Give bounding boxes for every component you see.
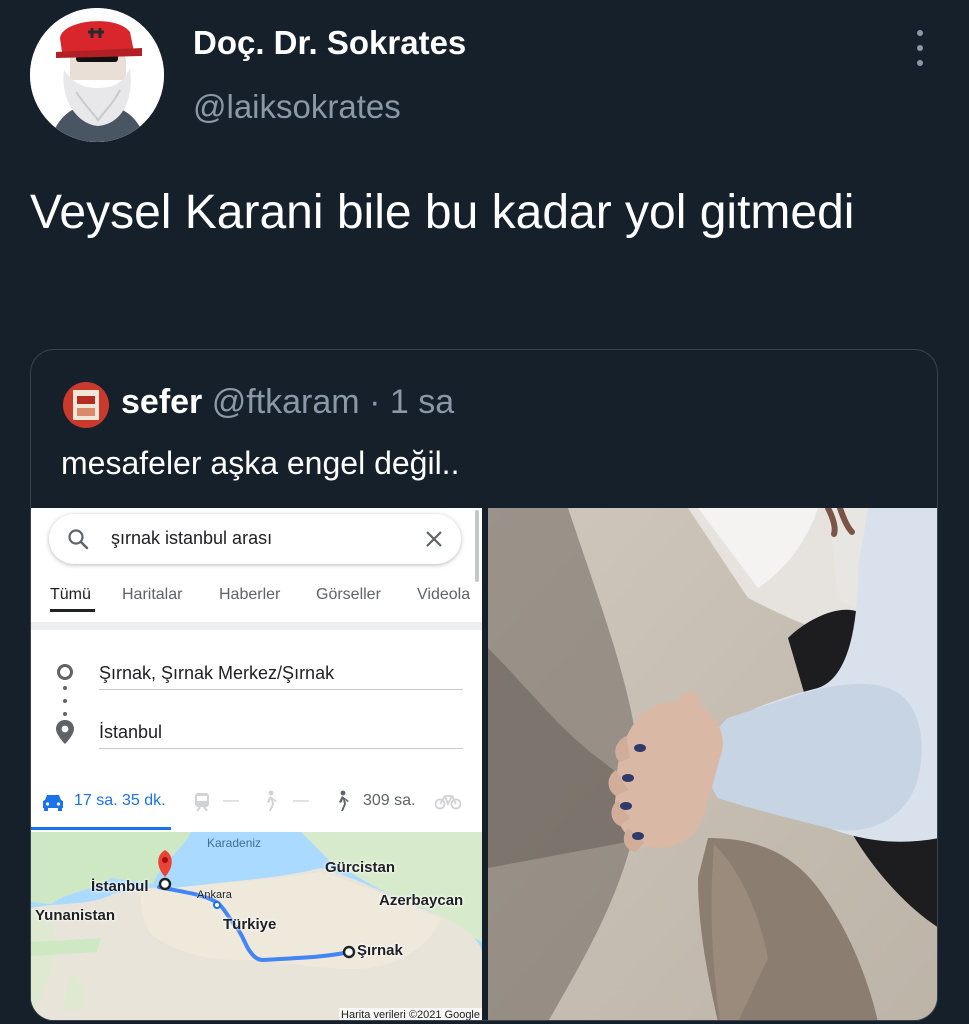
quoted-text: mesafeler aşka engel değil.. xyxy=(61,445,460,481)
more-options-icon[interactable] xyxy=(905,30,935,66)
tab-maps: Haritalar xyxy=(122,586,183,603)
quoted-tweet[interactable]: sefer @ftkaram · 1 sa mesafeler aşka eng… xyxy=(30,349,938,1021)
quoted-author-name[interactable]: sefer xyxy=(121,383,202,421)
active-mode-indicator xyxy=(31,827,171,830)
search-icon xyxy=(68,529,89,550)
quoted-author-handle[interactable]: @ftkaram xyxy=(212,383,360,421)
origin-underline xyxy=(99,689,463,690)
destination-underline xyxy=(99,748,463,749)
tab-news: Haberler xyxy=(219,586,281,603)
quoted-media: şırnak istanbul arası Tümü Haritalar Hab… xyxy=(31,508,937,1021)
holding-hands-photo-graphic xyxy=(488,508,937,1020)
quoted-avatar-image xyxy=(63,382,109,428)
route-dots-icon xyxy=(63,686,67,716)
holding-hands-photo[interactable] xyxy=(488,508,937,1020)
map-label-azerbaycan: Azerbaycan xyxy=(379,892,464,909)
search-query: şırnak istanbul arası xyxy=(111,528,273,548)
map-label-gurcistan: Gürcistan xyxy=(325,859,396,876)
map-credit: Harita verileri ©2021 Google xyxy=(339,1008,482,1021)
bicycle-icon xyxy=(435,795,461,810)
tab-images: Görseller xyxy=(316,586,381,603)
route-origin: Şırnak, Şırnak Merkez/Şırnak xyxy=(99,663,335,683)
author-avatar-image xyxy=(30,8,164,142)
bike-walk-placeholder: — xyxy=(293,792,309,809)
route-destination: İstanbul xyxy=(99,722,163,742)
map-label-karadeniz: Karadeniz xyxy=(207,836,262,850)
train-icon xyxy=(195,793,209,812)
map-label-ankara: Ankara xyxy=(197,889,232,901)
author-name[interactable]: Doç. Dr. Sokrates xyxy=(193,24,466,62)
maps-tabs: Tümü Haritalar Haberler Görseller Videol… xyxy=(31,574,482,622)
quoted-author-avatar[interactable] xyxy=(63,382,109,428)
drive-time: 17 sa. 35 dk. xyxy=(74,792,166,809)
author-handle[interactable]: @laiksokrates xyxy=(193,88,401,126)
transit-placeholder: — xyxy=(223,792,239,809)
origin-circle-icon xyxy=(57,664,73,680)
tab-videos: Videola xyxy=(417,586,471,603)
map-label-turkiye: Türkiye xyxy=(223,916,277,933)
quoted-separator: · xyxy=(369,383,381,421)
map-label-istanbul: İstanbul xyxy=(91,878,149,895)
maps-search-box: şırnak istanbul arası xyxy=(49,514,461,564)
destination-pin-icon xyxy=(56,720,74,744)
maps-screenshot-image[interactable]: şırnak istanbul arası Tümü Haritalar Hab… xyxy=(31,508,482,1021)
walk-dim-icon xyxy=(267,790,277,811)
travel-modes: 17 sa. 35 dk. — — 309 sa. xyxy=(31,784,482,830)
quoted-time[interactable]: 1 sa xyxy=(390,383,454,421)
walking-icon xyxy=(339,790,349,811)
route-map: Karadeniz Gürcistan İstanbul Ankara Azer… xyxy=(31,832,482,1021)
map-label-yunanistan: Yunanistan xyxy=(35,907,116,924)
active-tab-indicator xyxy=(50,609,95,612)
author-avatar[interactable] xyxy=(30,8,164,142)
car-icon xyxy=(43,795,63,811)
tweet-text: Veysel Karani bile bu kadar yol gitmedi xyxy=(30,186,855,239)
map-label-sirnak: Şırnak xyxy=(357,942,403,959)
quoted-header: sefer @ftkaram · 1 sa xyxy=(121,383,454,422)
walk-time: 309 sa. xyxy=(363,792,416,809)
divider xyxy=(31,622,482,630)
tab-all: Tümü xyxy=(50,586,91,603)
close-icon xyxy=(426,531,442,547)
scrollbar xyxy=(475,510,479,582)
